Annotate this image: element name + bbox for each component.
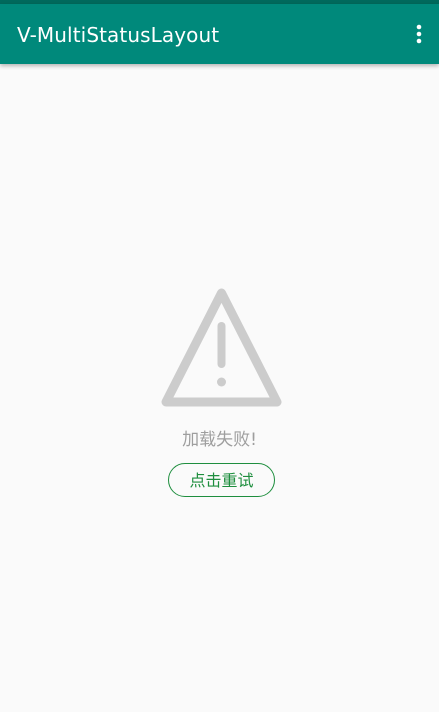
retry-button[interactable]: 点击重试 [168,463,275,497]
app-title: V-MultiStatusLayout [17,23,220,47]
app-bar: V-MultiStatusLayout [0,4,439,64]
overflow-menu-button[interactable] [407,18,431,50]
error-state-container: 加载失败! 点击重试 [0,64,439,712]
warning-triangle-icon [161,288,282,407]
error-message: 加载失败! [182,430,257,450]
screen: V-MultiStatusLayout 加载失败! 点击重试 [0,0,439,712]
more-vert-icon [416,24,422,44]
